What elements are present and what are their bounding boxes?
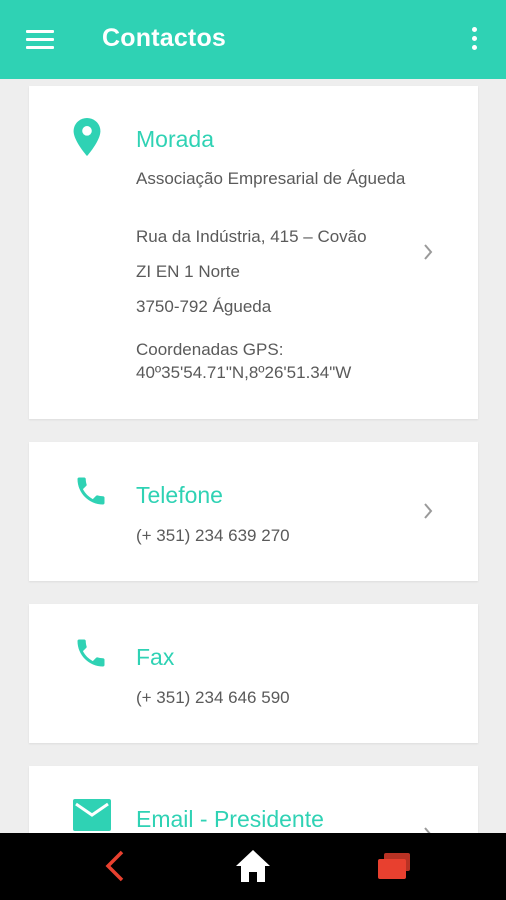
email-icon <box>73 799 111 831</box>
email-title: Email - Presidente <box>136 806 324 832</box>
address-line: Associação Empresarial de Águeda <box>136 169 406 188</box>
address-line: Rua da Indústria, 415 – Covão <box>136 227 367 246</box>
gps-coordinates: Coordenadas GPS: 40º35'54.71"N,8º26'51.3… <box>136 340 352 382</box>
home-icon[interactable] <box>234 848 272 884</box>
email-card[interactable]: Email - Presidente <box>29 766 478 833</box>
fax-title: Fax <box>136 644 175 670</box>
address-title: Morada <box>136 126 214 152</box>
phone-icon <box>77 477 105 505</box>
address-card[interactable]: Morada Associação Empresarial de Águeda … <box>29 86 478 419</box>
chevron-right-icon <box>424 244 433 260</box>
address-line: ZI EN 1 Norte <box>136 262 240 281</box>
app-bar: Contactos <box>0 0 506 79</box>
address-line: 3750-792 Águeda <box>136 297 272 316</box>
telephone-card[interactable]: Telefone (+ 351) 234 639 270 <box>29 442 478 581</box>
fax-number: (+ 351) 234 646 590 <box>136 688 290 707</box>
chevron-right-icon <box>424 827 431 833</box>
chevron-right-icon <box>424 503 433 519</box>
telephone-title: Telefone <box>136 482 223 508</box>
telephone-number: (+ 351) 234 639 270 <box>136 526 290 545</box>
page-title: Contactos <box>102 24 227 52</box>
fax-card[interactable]: Fax (+ 351) 234 646 590 <box>29 604 478 743</box>
more-options-icon[interactable] <box>468 27 482 53</box>
location-pin-icon <box>73 118 101 156</box>
recent-apps-icon[interactable] <box>376 851 412 881</box>
phone-icon <box>77 639 105 667</box>
contacts-list[interactable]: Morada Associação Empresarial de Águeda … <box>0 79 506 833</box>
back-icon[interactable] <box>100 848 130 884</box>
hamburger-menu-icon[interactable] <box>26 30 54 50</box>
system-nav-bar <box>0 833 506 900</box>
